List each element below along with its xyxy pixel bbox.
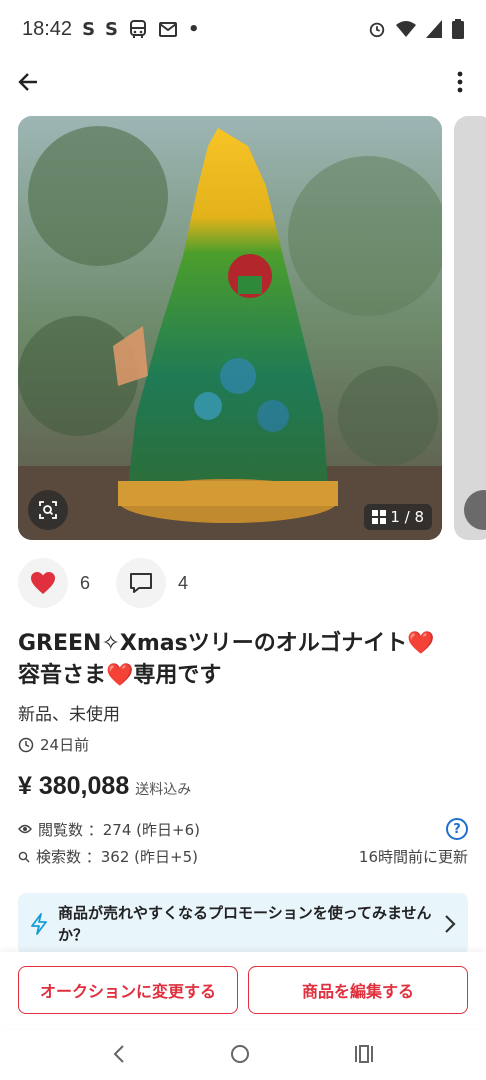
arrow-left-icon [18,73,37,91]
status-left-icons: S S • [82,19,199,40]
nav-home-icon[interactable] [229,1043,251,1065]
dot-icon: • [188,18,200,40]
item-title: GREEN✧Xmasツリーのオルゴナイト❤️ 容音さま❤️専用です [18,628,470,692]
alarm-icon [369,22,385,38]
wifi-icon [396,21,416,37]
image-search-button[interactable] [28,490,68,530]
help-icon[interactable]: ? [446,818,468,840]
item-condition: 新品、未使用 [18,705,120,725]
heart-icon [31,572,55,594]
price-row: ¥ 380,088 送料込み [18,772,191,801]
updated-text: 16時間前に更新 [358,848,468,866]
image-search-button-next [464,490,486,530]
search-text: 検索数 ：362 (昨日+5) [36,848,198,866]
search-icon [18,851,30,862]
promotion-banner[interactable]: 商品が売れやすくなるプロモーションを使ってみませんか？ [18,893,468,955]
grid-icon [372,510,387,524]
nav-back-icon[interactable] [111,1044,127,1064]
price: ¥ 380,088 [18,772,130,800]
app-bar [0,58,486,110]
mail-icon [159,22,177,37]
status-bar: 18:42 S S • [0,0,486,58]
product-image[interactable]: 1 / 8 [18,116,442,540]
item-title-line1: GREEN✧Xmasツリーのオルゴナイト❤️ [18,631,435,656]
posted-time: 24日前 [18,734,89,755]
page-indicator-text: 1 / 8 [390,508,424,526]
lightning-icon [31,913,47,935]
item-title-line2: 容音さま❤️専用です [18,663,222,688]
comment-icon [130,573,153,593]
comment-count: 4 [178,572,189,593]
clock-icon [18,737,34,752]
bottom-action-bar: オークションに変更する 商品を編集する [0,952,486,1028]
bus-icon [130,20,146,38]
search-stat: 検索数 ：362 (昨日+5) [18,846,198,867]
views-text: 閲覧数 ：274 (昨日+6) [38,820,200,839]
nav-recents-icon[interactable] [353,1044,375,1064]
christmas-tree-photo [18,116,442,540]
more-vert-icon [457,71,463,93]
like-button[interactable] [18,558,68,608]
comment-button[interactable] [116,558,167,608]
more-options-button[interactable] [448,66,472,98]
views-row: 閲覧数 ：274 (昨日+6) ? [18,818,468,840]
signal-icon [426,20,442,38]
promotion-text: 商品が売れやすくなるプロモーションを使ってみませんか？ [58,904,432,944]
shipping-label: 送料込み [135,782,192,798]
system-nav-bar [0,1028,486,1080]
status-time: 18:42 [22,17,73,40]
edit-item-button[interactable]: 商品を編集する [248,966,468,1014]
search-row: 検索数 ：362 (昨日+5) 16時間前に更新 [18,846,468,867]
battery-icon [452,19,464,39]
views-stat: 閲覧数 ：274 (昨日+6) [18,819,200,840]
posted-time-text: 24日前 [40,736,90,754]
eye-icon [18,824,32,834]
page-indicator: 1 / 8 [364,504,432,530]
next-image-preview[interactable] [454,116,486,540]
notification-s-icon: S [82,18,96,40]
item-actions: 6 4 [18,558,468,608]
lens-icon [39,501,57,519]
notification-s-icon: S [105,18,118,40]
status-right-icons [368,19,464,39]
like-count: 6 [80,572,91,593]
chevron-right-icon [445,915,456,933]
change-to-auction-button[interactable]: オークションに変更する [18,966,238,1014]
back-button[interactable] [12,66,44,98]
